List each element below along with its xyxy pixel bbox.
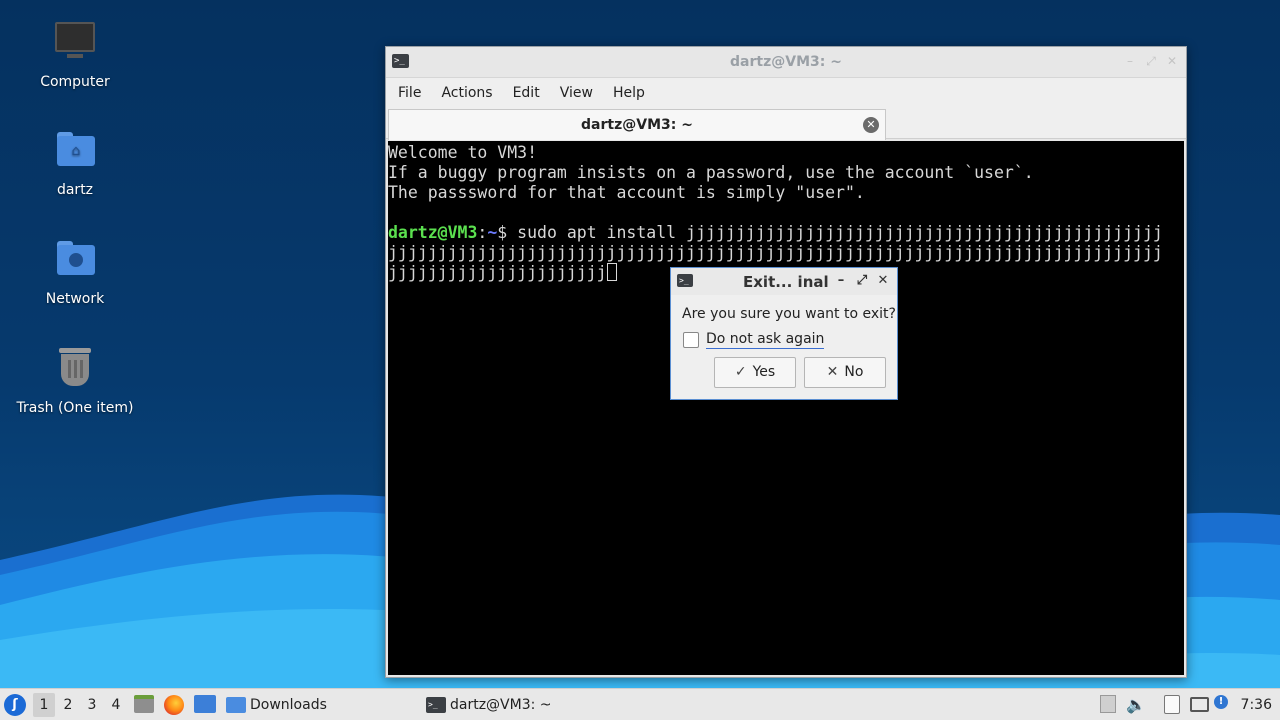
output-line: Welcome to VM3! [388, 143, 538, 162]
volume-icon[interactable]: 🔈 [1126, 695, 1146, 715]
prompt-separator: : [477, 223, 488, 242]
start-menu-icon[interactable]: ʃ [4, 694, 26, 716]
text-cursor [606, 263, 617, 281]
minimize-icon[interactable]: – [1122, 53, 1138, 69]
terminal-app-icon: >_ [677, 274, 693, 287]
clipboard-icon[interactable] [1162, 695, 1182, 715]
command-line: dartz@VM3:~$ sudo apt install jjjjjjjjjj… [388, 223, 1184, 243]
show-desktop-icon[interactable] [194, 695, 216, 715]
workspace-1[interactable]: 1 [33, 693, 55, 717]
tab-bar: dartz@VM3: ~ ✕ [386, 108, 1186, 140]
prompt-path: ~ [487, 223, 498, 242]
desktop-icon-label: Computer [40, 74, 110, 90]
taskbar-item-terminal[interactable]: >_ dartz@VM3: ~ [426, 693, 552, 717]
check-icon: ✓ [734, 364, 747, 380]
output-line: The passsword for that account is simply… [388, 183, 865, 202]
window-title: dartz@VM3: ~ [730, 54, 842, 70]
update-notifier-icon[interactable]: ! [1214, 695, 1234, 715]
terminal-task-label: dartz@VM3: ~ [450, 697, 552, 713]
tab-close-icon[interactable]: ✕ [863, 117, 879, 133]
workspace-2[interactable]: 2 [57, 693, 79, 717]
yes-label: Yes [752, 364, 776, 380]
eject-icon[interactable] [1098, 695, 1118, 715]
no-button[interactable]: ✕ No [804, 357, 886, 388]
desktop-icon-computer[interactable]: Computer [0, 20, 150, 90]
workspace-4[interactable]: 4 [105, 693, 127, 717]
command-text: jjjjjjjjjjjjjjjjjjjjjj [388, 263, 607, 282]
do-not-ask-checkbox-row[interactable]: Do not ask again [683, 331, 825, 349]
firefox-icon[interactable] [164, 695, 184, 715]
terminal-tab[interactable]: dartz@VM3: ~ ✕ [388, 109, 886, 140]
menu-help[interactable]: Help [603, 78, 655, 108]
trash-icon [51, 346, 99, 394]
command-wrap-line: jjjjjjjjjjjjjjjjjjjjjjjjjjjjjjjjjjjjjjjj… [388, 243, 1163, 262]
minimize-icon[interactable]: – [834, 273, 848, 289]
dialog-titlebar[interactable]: >_ Exit... inal – ⤢ ✕ [671, 268, 897, 295]
output-line: If a buggy program insists on a password… [388, 163, 1034, 182]
prompt-user: dartz@VM3 [388, 223, 478, 242]
close-icon[interactable]: ✕ [876, 273, 890, 289]
desktop-icon-label: Network [45, 291, 105, 307]
menu-view[interactable]: View [550, 78, 603, 108]
network-folder-icon [51, 237, 99, 285]
close-icon[interactable]: ✕ [1164, 53, 1180, 69]
checkbox-label[interactable]: Do not ask again [706, 331, 825, 349]
terminal-output[interactable]: Welcome to VM3! If a buggy program insis… [388, 141, 1184, 675]
workspace-3[interactable]: 3 [81, 693, 103, 717]
taskbar-item-downloads[interactable]: Downloads [226, 693, 327, 717]
dialog-title: Exit... inal [743, 273, 829, 291]
desktop-icon-label: Trash (One item) [16, 400, 134, 416]
tab-label: dartz@VM3: ~ [581, 117, 693, 133]
no-label: No [844, 364, 864, 380]
command-text: sudo apt install jjjjjjjjjjjjjjjjjjjjjjj… [517, 223, 1163, 242]
computer-icon [51, 20, 99, 68]
clock[interactable]: 7:36 [1241, 693, 1272, 717]
downloads-label: Downloads [250, 697, 327, 713]
maximize-icon[interactable]: ⤢ [855, 273, 869, 289]
terminal-icon: >_ [426, 697, 446, 713]
yes-button[interactable]: ✓ Yes [714, 357, 796, 388]
desktop-icon-network[interactable]: Network [0, 237, 150, 307]
do-not-ask-checkbox[interactable] [683, 332, 699, 348]
menu-edit[interactable]: Edit [503, 78, 550, 108]
x-icon: ✕ [826, 364, 839, 380]
file-manager-icon[interactable] [134, 695, 154, 715]
menu-bar: File Actions Edit View Help [386, 78, 1186, 108]
network-tray-icon[interactable] [1190, 695, 1210, 715]
home-folder-icon: ⌂ [51, 128, 99, 176]
desktop-icon-label: dartz [56, 182, 94, 198]
folder-icon [226, 697, 246, 713]
menu-actions[interactable]: Actions [431, 78, 502, 108]
prompt-symbol: $ [497, 223, 518, 242]
maximize-icon[interactable]: ⤢ [1143, 53, 1159, 69]
desktop-icon-trash[interactable]: Trash (One item) [0, 346, 150, 416]
dialog-question: Are you sure you want to exit? [682, 306, 896, 322]
taskbar: ʃ 1 2 3 4 Downloads >_ dartz@VM3: ~ 🔈 ! … [0, 688, 1280, 720]
exit-confirm-dialog[interactable]: >_ Exit... inal – ⤢ ✕ Are you sure you w… [670, 267, 898, 400]
desktop-icon-home[interactable]: ⌂ dartz [0, 128, 150, 198]
terminal-titlebar[interactable]: >_ dartz@VM3: ~ – ⤢ ✕ [386, 47, 1186, 78]
menu-file[interactable]: File [388, 78, 431, 108]
